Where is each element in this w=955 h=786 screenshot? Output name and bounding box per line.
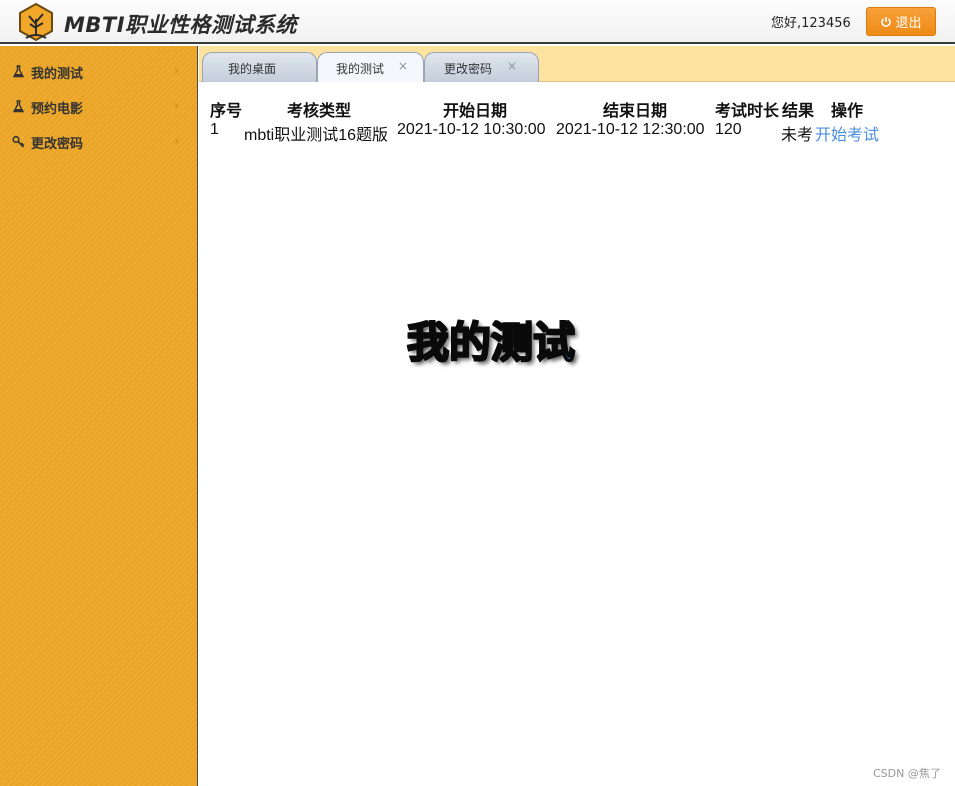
logout-label: 退出 (895, 16, 922, 31)
logout-button[interactable]: 退出 (866, 7, 936, 36)
cell-result: 未考 (781, 127, 814, 144)
beehive-tree-logo (19, 2, 53, 42)
close-icon[interactable]: × (507, 59, 517, 73)
page-heading: 我的测试 (406, 317, 576, 368)
flask-icon (12, 100, 25, 113)
column-header-index: 序号 (210, 103, 243, 120)
main-content: 序号 考核类型 开始日期 结束日期 考试时长 结果 操作 1 mbti职业测试1… (199, 83, 955, 786)
chevron-right-icon: › (174, 134, 180, 149)
column-header-type: 考核类型 (287, 103, 352, 120)
app-title: MBTI职业性格测试系统 (64, 13, 298, 37)
sidebar-item-book-movie[interactable]: 预约电影 › (0, 90, 197, 124)
cell-start: 2021-10-12 10:30:00 (397, 121, 546, 138)
column-header-result: 结果 (782, 103, 815, 120)
tab-label: 我的桌面 (228, 62, 277, 76)
chevron-right-icon: › (174, 99, 180, 114)
sidebar: 我的测试 › 预约电影 › 更改密码 › (0, 46, 198, 786)
column-header-action: 操作 (831, 103, 864, 120)
cell-index: 1 (210, 121, 219, 138)
cell-type: mbti职业测试16题版 (244, 127, 389, 144)
sidebar-item-label: 预约电影 (31, 102, 84, 117)
tab-my-tests[interactable]: 我的测试 × (317, 52, 424, 82)
column-header-duration: 考试时长 (715, 103, 780, 120)
sidebar-item-label: 更改密码 (31, 137, 84, 152)
tab-bar: 我的桌面 我的测试 × 更改密码 × (199, 46, 955, 82)
cell-duration: 120 (715, 121, 742, 138)
key-icon (12, 135, 25, 148)
tab-label: 更改密码 (444, 62, 493, 76)
start-exam-link[interactable]: 开始考试 (815, 121, 879, 145)
column-header-start: 开始日期 (443, 103, 508, 120)
top-header: MBTI职业性格测试系统 您好,123456 退出 (0, 0, 955, 44)
column-header-end: 结束日期 (603, 103, 668, 120)
flask-icon (12, 65, 25, 78)
tab-my-desktop[interactable]: 我的桌面 (202, 52, 317, 82)
sidebar-item-change-password[interactable]: 更改密码 › (0, 125, 197, 159)
sidebar-item-label: 我的测试 (31, 67, 84, 82)
tab-label: 我的测试 (336, 62, 385, 76)
tab-change-password[interactable]: 更改密码 × (424, 52, 539, 82)
chevron-right-icon: › (174, 64, 180, 79)
user-greeting: 您好,123456 (771, 16, 851, 31)
power-icon (881, 16, 892, 27)
sidebar-item-my-tests[interactable]: 我的测试 › (0, 55, 197, 89)
footer-credit: CSDN @焦了 (873, 767, 941, 780)
close-icon[interactable]: × (398, 59, 408, 73)
cell-end: 2021-10-12 12:30:00 (556, 121, 705, 138)
